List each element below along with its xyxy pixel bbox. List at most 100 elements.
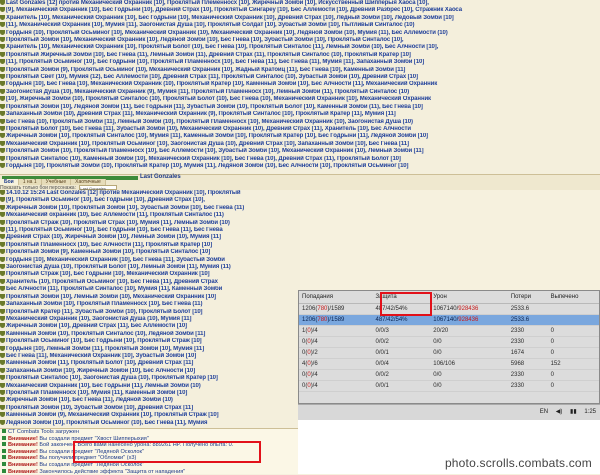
table-row[interactable]: 1206(780)/1589 487/42/54% 1067140/928436 25… xyxy=(299,303,599,315)
shield-icon xyxy=(0,204,5,210)
log-line: Проклятый Пламенносх (10), Бес Алчности … xyxy=(0,241,300,249)
shield-icon xyxy=(0,404,5,410)
log-text[interactable]: [10], Жиречный Зомби (10), Проклятый Син… xyxy=(6,96,431,102)
log-line: Проклятый Болот [10], Бес Гнева [11], Зу… xyxy=(0,125,600,133)
log-text[interactable]: Проклятый Страж [10], Бес Годрыни [10], … xyxy=(6,271,210,277)
log-text[interactable]: Проклятый Жиречный Зомби [10], Бес Гнева… xyxy=(6,52,411,58)
shield-icon xyxy=(0,278,5,284)
log-line: Запаханный Зомби [10], Жиречный Зомби [1… xyxy=(0,367,300,375)
table-row[interactable]: 1(0)/4 0/0/3 20/20 2330 0 xyxy=(299,325,599,337)
clock[interactable]: 1:25 xyxy=(584,409,596,415)
log-line: Проклятый Синталос [10], Заогонистая Душ… xyxy=(0,375,300,382)
log-text[interactable]: Проклятый Синталос (10), Каменный Зомби … xyxy=(6,156,401,162)
taskbar: EN ◀) ▮▮ 1:25 xyxy=(298,404,600,420)
shield-icon xyxy=(0,212,5,218)
log-line: Проклятый Жиречный Зомби [10], Бес Гнева… xyxy=(0,51,600,59)
log-line: Проклятый Зомби (10), Зубастый Зомби [10… xyxy=(0,404,300,412)
log-text[interactable]: Механический Охранник [10], Проклятый Ос… xyxy=(6,141,409,147)
shield-icon xyxy=(0,88,5,94)
shield-icon xyxy=(0,227,5,233)
log-text[interactable]: Механический охранник (10), Бес Аллемост… xyxy=(6,212,224,218)
log-line: Проклятый Зомби [10], Механический Охран… xyxy=(0,37,600,44)
shield-icon xyxy=(0,219,5,225)
log-text[interactable]: Гордыня [10], Проклятый Зомби (10), Прок… xyxy=(6,163,409,169)
log-text[interactable]: Каменный Зомби [11], Проклятый Болот [10… xyxy=(6,360,193,366)
log-text[interactable]: Бес Алчности [11], Проклятый Синталос [1… xyxy=(6,286,222,292)
log-text[interactable]: Хранитель [10], Механический Охранник [1… xyxy=(6,44,438,50)
log-text[interactable]: Проклятый Страж (10), Проклятый Страх [1… xyxy=(6,220,230,226)
defense-cell: 0/0/1 xyxy=(372,347,431,359)
shield-icon xyxy=(0,264,5,270)
log-text[interactable]: Жиречный Зомби [10], Древний Страх [11],… xyxy=(6,323,187,329)
log-text[interactable]: Гордыня (10), Проклятый Осьминог [10], М… xyxy=(6,30,448,36)
log-text[interactable]: Гордыня [10], Бес Гнева [10], Механическ… xyxy=(6,81,437,87)
log-text[interactable]: Хранитель (10), Проклятый Осьминог [10],… xyxy=(6,279,218,285)
log-text[interactable]: Гордыня [10], Лемный Зомби [11], Проклят… xyxy=(6,346,204,352)
shield-icon xyxy=(0,412,5,418)
log-text[interactable]: Заогонистая Душа (10), Проклятый Болот [… xyxy=(6,264,231,270)
log-line: Бес Гнева (10), Проклятый Зомби [11], Ле… xyxy=(0,118,600,126)
log-text[interactable]: Гордыня [10], Механический Охранник [10]… xyxy=(6,257,225,263)
log-text[interactable]: Каменный Зомби (9), Механический Охранни… xyxy=(6,412,219,418)
language-indicator[interactable]: EN xyxy=(540,409,548,415)
log-text[interactable]: Запаханный Зомби [10], Жиречный Зомби [1… xyxy=(6,368,195,374)
log-text[interactable]: Заогонистая Душа (10), Механический Охра… xyxy=(6,89,409,95)
log-text[interactable]: Проклятый Пламенносх [10], Мумия [11], К… xyxy=(6,390,187,396)
shield-icon xyxy=(0,338,5,344)
log-text[interactable]: Проклятый Зомби [10], Ледяной Зомби [11]… xyxy=(6,104,423,110)
log-text[interactable]: Last Gonzales [12] против Механический О… xyxy=(6,0,429,6)
log-text[interactable]: Проклятый Свет (10), Мумия (12), Бес Алл… xyxy=(6,74,418,80)
table-row[interactable]: 0(0)/4 0/0/2 0/0 2330 0 xyxy=(299,369,599,381)
log-text[interactable]: Проклятый Зомби (9), Проклятый Осьминог … xyxy=(6,67,405,73)
log-text[interactable]: Бес Гнева [11], Механический Охранник [1… xyxy=(6,353,196,359)
log-text[interactable]: Механический Охранник [10], Бес Годрыни … xyxy=(6,383,201,389)
log-text[interactable]: Проклятый Синталос [10], Заогонистая Душ… xyxy=(6,375,218,381)
log-text[interactable]: [11], Проклятый Осьминог [10], Бес Годры… xyxy=(6,227,223,233)
log-text[interactable]: Жиречный Зомби [10], Бес Гнева [11], Лед… xyxy=(6,397,173,403)
log-line: Заогонистая Душа (10), Проклятый Болот [… xyxy=(0,264,300,271)
log-text[interactable]: Жиречный Зомби [10], Проклятый Зомби [10… xyxy=(6,205,244,211)
log-text[interactable]: Проклятый Зомби [10], Механический Охран… xyxy=(6,37,404,43)
table-row[interactable]: 0(0)/2 0/0/1 0/0 1674 0 xyxy=(299,347,599,359)
table-row[interactable]: 1206(780)/1589 487/42/54% 1067140/928436 25… xyxy=(299,314,599,326)
log-text[interactable]: 14.10.12 15:24 Last Gonzales [12] против… xyxy=(6,190,241,196)
log-text[interactable]: Запаханный Зомби [10], Проклятый Пламенн… xyxy=(6,301,202,307)
log-text[interactable]: Древний Страх (10), Жиречный Зомби [10],… xyxy=(6,234,221,240)
log-text[interactable]: Проклятый Зомби [10], Лемный Зомби (10),… xyxy=(6,294,216,300)
log-text[interactable]: Проклятый Зомби (10), Проклятый Пламенно… xyxy=(6,148,424,154)
message-icon xyxy=(2,435,6,440)
log-text[interactable]: Проклятый Осьминог [10], Бес Годрыни [10… xyxy=(6,338,202,344)
log-line: Проклятый Свет (10), Мумия (12), Бес Алл… xyxy=(0,74,600,81)
log-text[interactable]: [11], Механический Охранник [10], Мумия … xyxy=(6,22,415,28)
log-text[interactable]: Жиречный Зомби [10], Проклятый Синталос … xyxy=(6,133,428,139)
log-text[interactable]: [11], Проклятый Осьминог [10], Бес Годры… xyxy=(6,59,424,65)
table-row[interactable]: 0(0)/4 0/0/2 0/0 2330 0 xyxy=(299,336,599,348)
volume-icon[interactable]: ◀) xyxy=(556,409,563,415)
log-text[interactable]: Каменный Зомби (10), Проклятый Синталос … xyxy=(6,331,205,337)
log-line: Хранитель [10], Механический Охранник [1… xyxy=(0,44,600,51)
log-text[interactable]: Запаханный Зомби (10), Древний Страх [11… xyxy=(6,111,396,117)
log-text[interactable]: Механический Охранник (10), Заогонистая … xyxy=(6,316,192,322)
log-text[interactable]: Проклятый Зомби (10), Зубастый Зомби [10… xyxy=(6,405,193,411)
shield-icon xyxy=(0,66,5,72)
message-icon xyxy=(2,442,6,447)
column-header: Урон xyxy=(430,291,508,304)
log-text[interactable]: Бес Гнева (10), Проклятый Зомби [11], Ле… xyxy=(6,119,413,125)
loss-cell: 2533.6 xyxy=(507,303,548,315)
log-text[interactable]: [9], Механический Охранник [10], Бес Год… xyxy=(6,7,462,13)
extra-cell xyxy=(547,314,599,326)
log-text[interactable]: Проклятый Болот [10], Бес Гнева [11], Зу… xyxy=(6,126,411,132)
log-text[interactable]: Проклятый Кратер [11], Зубастый Зомби (1… xyxy=(6,309,203,315)
network-icon[interactable]: ▮▮ xyxy=(570,409,577,415)
damage-cell: 106/106 xyxy=(430,358,508,370)
table-row[interactable]: 0(0)/4 0/0/1 0/0 2330 0 xyxy=(299,380,599,392)
log-text[interactable]: Проклятый Пламенносх (10), Бес Алчности … xyxy=(6,242,212,248)
shield-icon xyxy=(0,397,5,403)
log-line: Бес Гнева [11], Механический Охранник [1… xyxy=(0,352,300,360)
combat-log-bottom: 14.10.12 15:24 Last Gonzales [12] против… xyxy=(0,190,300,440)
log-text[interactable]: Ледяной Зомби [10], Проклятый Осьминог (… xyxy=(6,420,207,426)
log-text[interactable]: Проклятый Зомби [9], Каменный Зомби [10]… xyxy=(6,249,210,255)
log-text[interactable]: Хранитель [10], Механический Охранник [1… xyxy=(6,15,454,21)
table-row[interactable]: 4(0)/6 0/0/4 106/106 5968 152 xyxy=(299,358,599,370)
log-text[interactable]: [9], Проклятый Осьминог [10], Бес Годрын… xyxy=(6,197,205,203)
